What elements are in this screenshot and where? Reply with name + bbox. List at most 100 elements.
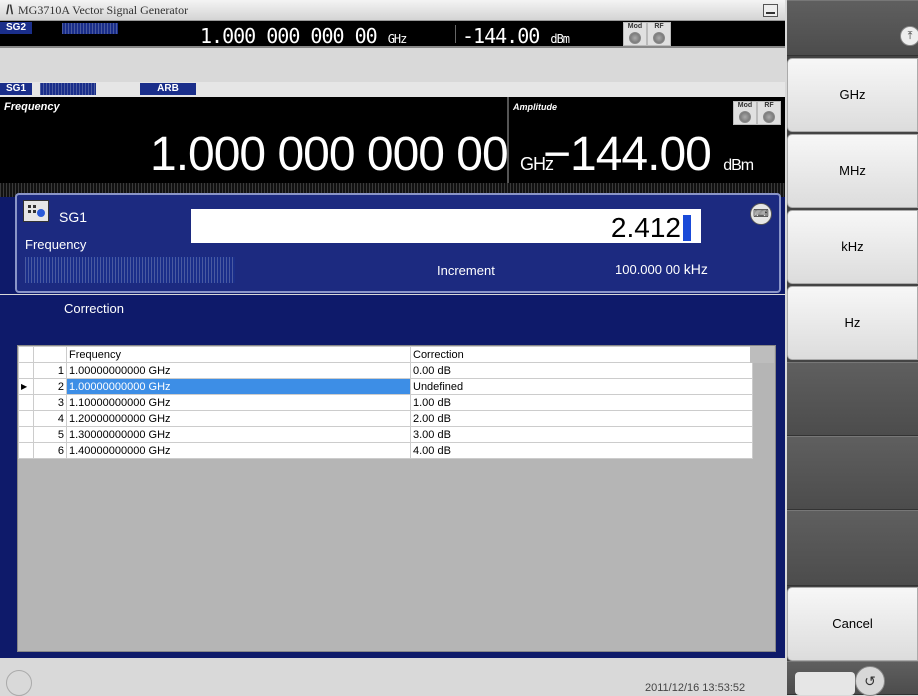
scroll-up-icon[interactable]: ⤒ [900,26,918,46]
row-marker [18,426,34,443]
input-channel: SG1 [59,209,88,225]
row-number: 6 [33,442,67,459]
frequency-label: Frequency [4,101,60,113]
minimize-button[interactable] [763,4,778,17]
frequency-input-field[interactable]: 2.412 [191,209,701,243]
softkey-top-area [787,0,918,56]
logo-icon: /\ [6,2,14,17]
sg2-label: SG2 [0,22,33,34]
display-divider [507,97,509,197]
sg1-label: SG1 [0,83,33,95]
mod-led-icon [739,111,751,123]
table-row[interactable]: ▶ 2 1.00000000000 GHz Undefined [18,378,753,395]
frequency-cell[interactable]: 1.00000000000 GHz [66,362,411,379]
sg2-rf-indicator[interactable]: RF [647,22,671,46]
softkey-blank-2 [787,436,918,510]
row-marker [18,394,34,411]
correction-title: Correction [64,301,124,316]
correction-table: Frequency Correction 1 1.00000000000 GHz 0… [18,346,753,459]
softkey-bottom-box [795,672,855,695]
correction-cell[interactable]: 0.00 dB [410,362,753,379]
busy-indicator-icon [6,670,32,696]
row-number: 4 [33,410,67,427]
selected-row-arrow-icon: ▶ [18,378,34,395]
frequency-cell[interactable]: 1.30000000000 GHz [66,426,411,443]
softkey-blank-1 [787,362,918,436]
softkey-hz[interactable]: Hz [787,286,918,360]
sg2-status-bar: SG2 1.000 000 000 00 GHz -144.00 dBm Mod… [0,21,785,48]
softkey-panel: ⤒ GHz MHz kHz Hz Cancel ↺ [787,0,918,696]
row-marker [18,410,34,427]
main-display: Frequency 1.000 000 000 00 GHz Amplitude… [0,97,785,197]
input-dots [25,257,235,283]
row-number: 1 [33,362,67,379]
table-row[interactable]: 4 1.20000000000 GHz 2.00 dB [18,410,753,427]
softkey-blank-3 [787,510,918,586]
correction-cell[interactable]: 4.00 dB [410,442,753,459]
increment-label: Increment [437,263,495,278]
row-number: 5 [33,426,67,443]
amplitude-readout[interactable]: −144.00 dBm [543,127,754,182]
softkey-cancel[interactable]: Cancel [787,587,918,661]
table-row[interactable]: 3 1.10000000000 GHz 1.00 dB [18,394,753,411]
frequency-cell[interactable]: 1.40000000000 GHz [66,442,411,459]
frequency-cell[interactable]: 1.10000000000 GHz [66,394,411,411]
correction-header: Correction [0,295,785,323]
sg2-frequency-unit: GHz [387,32,408,46]
softkey-mhz[interactable]: MHz [787,134,918,208]
correction-cell[interactable]: 1.00 dB [410,394,753,411]
input-dialog: SG1 Frequency 2.412 ⌨ Increment 100.000 … [15,193,781,293]
arb-mode-badge[interactable]: ARB [140,83,196,95]
sg2-amplitude-unit: dBm [550,32,570,46]
return-icon[interactable]: ↺ [855,666,885,696]
frequency-readout[interactable]: 1.000 000 000 00 GHz [150,127,554,182]
datetime: 2011/12/16 13:53:52 [645,682,746,694]
rf-indicator[interactable]: RF [757,101,781,125]
input-value: 2.412 [611,212,691,244]
row-marker [18,362,34,379]
channel-icon [23,200,49,222]
row-marker [18,442,34,459]
correction-cell[interactable]: Undefined [410,378,753,395]
row-number: 2 [33,378,67,395]
table-row[interactable]: 6 1.40000000000 GHz 4.00 dB [18,442,753,459]
sg2-mod-indicator[interactable]: Mod [623,22,647,46]
table-row[interactable]: 5 1.30000000000 GHz 3.00 dB [18,426,753,443]
sg2-amplitude: -144.00 dBm [462,24,570,48]
correction-column-header[interactable]: Correction [410,346,753,363]
softkey-khz[interactable]: kHz [787,210,918,284]
table-row[interactable]: 1 1.00000000000 GHz 0.00 dB [18,362,753,379]
correction-grid: Frequency Correction 1 1.00000000000 GHz 0… [17,345,776,652]
input-parameter: Frequency [25,237,87,252]
table-header-row: Frequency Correction [18,346,753,363]
sg2-mod-led-icon [629,32,641,44]
sg1-header: SG1 ARB [0,82,785,97]
sg2-frequency: 1.000 000 000 00 GHz [200,24,408,48]
frequency-cell[interactable]: 1.20000000000 GHz [66,410,411,427]
correction-panel: Frequency Correction 1 1.00000000000 GHz 0… [0,323,785,658]
amplitude-unit: dBm [723,157,754,174]
rf-led-icon [763,111,775,123]
table-scrollbar[interactable] [750,346,774,363]
increment-unit: kHz [683,261,708,277]
frequency-column-header[interactable]: Frequency [66,346,411,363]
text-cursor [683,215,691,241]
frequency-cell[interactable]: 1.00000000000 GHz [66,378,411,395]
marker-header [18,346,34,363]
sg2-dots [62,23,118,34]
sg2-separator [455,25,456,43]
amplitude-label: Amplitude [513,102,557,112]
correction-cell[interactable]: 3.00 dB [410,426,753,443]
title-bar: /\ MG3710A Vector Signal Generator [0,0,785,21]
row-number-header [33,346,67,363]
softkey-ghz[interactable]: GHz [787,58,918,132]
status-bar: 2011/12/16 13:53:52 [0,658,785,696]
window-title: MG3710A Vector Signal Generator [18,3,189,17]
correction-cell[interactable]: 2.00 dB [410,410,753,427]
mod-indicator[interactable]: Mod [733,101,757,125]
row-number: 3 [33,394,67,411]
sg1-dots [40,83,96,95]
sg2-rf-led-icon [653,32,665,44]
increment-value[interactable]: 100.000 00 kHz [615,261,708,277]
keyboard-icon[interactable]: ⌨ [750,203,772,225]
